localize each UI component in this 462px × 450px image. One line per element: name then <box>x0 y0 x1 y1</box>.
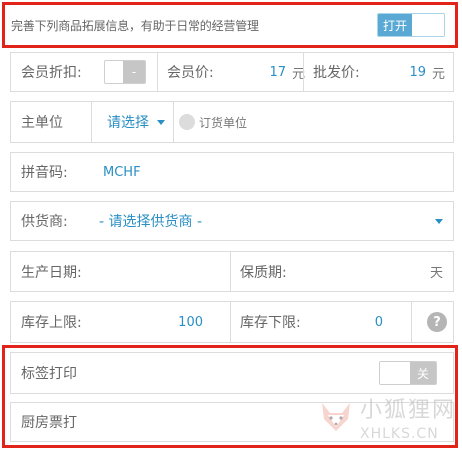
stock-upper-label: 库存上限: <box>21 315 82 331</box>
stock-upper-input[interactable]: 100 <box>103 302 223 342</box>
supplier-label: 供货商: <box>21 214 68 230</box>
stock-upper-value: 100 <box>178 314 203 330</box>
radio-icon <box>179 114 195 130</box>
shelf-life-input[interactable] <box>301 252 423 291</box>
member-discount-toggle-knob: - <box>123 61 145 83</box>
label-print-toggle-knob: 关 <box>410 362 436 384</box>
pinyin-value: MCHF <box>103 164 141 180</box>
pinyin-input[interactable]: MCHF <box>103 153 443 191</box>
kitchen-ticket-label: 厨房票打 <box>21 415 77 431</box>
watermark-cn: 小狐狸网 <box>359 398 456 423</box>
member-pricing-row: 会员折扣: - 会员价: 17 元 批发价: 19 元 <box>10 52 454 92</box>
help-icon[interactable]: ? <box>427 312 447 332</box>
stock-lower-input[interactable]: 0 <box>321 302 411 342</box>
order-unit-radio[interactable]: 订货单位 <box>179 102 247 142</box>
pinyin-label: 拼音码: <box>21 165 68 181</box>
production-date-input[interactable] <box>101 252 226 291</box>
extension-toggle[interactable]: 打开 <box>377 13 445 37</box>
pinyin-row: 拼音码: MCHF <box>10 152 454 192</box>
chevron-down-icon <box>157 119 165 125</box>
watermark-en: XHLKS.CN <box>359 426 439 442</box>
member-price-input[interactable]: 17 元 <box>269 53 305 91</box>
main-unit-select[interactable]: 请选择 <box>107 102 165 142</box>
wholesale-price-unit: 元 <box>431 66 445 82</box>
chevron-down-icon <box>435 218 443 224</box>
member-price-value: 17 <box>269 64 286 80</box>
supplier-select[interactable]: - 请选择供货商 - <box>99 202 443 240</box>
extension-info-banner: 完善下列商品拓展信息，有助于日常的经营管理 打开 <box>2 2 458 48</box>
label-print-row: 标签打印 关 <box>10 352 454 394</box>
main-unit-row: 主单位 请选择 订货单位 <box>10 101 454 143</box>
main-unit-label: 主单位 <box>21 115 63 131</box>
supplier-select-text: - 请选择供货商 - <box>99 214 203 230</box>
order-unit-label: 订货单位 <box>199 115 248 130</box>
extension-toggle-label: 打开 <box>378 14 412 36</box>
main-unit-select-text: 请选择 <box>107 115 149 131</box>
shelf-life-label: 保质期: <box>240 264 287 281</box>
wholesale-price-value: 19 <box>409 64 426 80</box>
banner-text: 完善下列商品拓展信息，有助于日常的经营管理 <box>11 18 259 33</box>
stock-limits-row: 库存上限: 100 库存下限: 0 ? <box>10 301 454 343</box>
label-print-label: 标签打印 <box>21 366 77 382</box>
watermark: 小狐狸网 XHLKS.CN <box>316 392 456 442</box>
member-discount-toggle[interactable]: - <box>104 60 146 84</box>
fox-logo-icon <box>321 403 350 431</box>
wholesale-price-input[interactable]: 19 元 <box>409 53 445 91</box>
label-print-toggle[interactable]: 关 <box>379 361 437 385</box>
wholesale-price-label: 批发价: <box>313 65 360 81</box>
member-price-label: 会员价: <box>167 65 214 81</box>
dates-row: 生产日期: 保质期: 天 <box>10 251 454 292</box>
supplier-row: 供货商: - 请选择供货商 - <box>10 201 454 241</box>
stock-lower-value: 0 <box>374 314 383 330</box>
shelf-life-unit: 天 <box>429 266 443 281</box>
production-date-label: 生产日期: <box>21 264 82 281</box>
member-discount-label: 会员折扣: <box>21 65 82 81</box>
stock-lower-label: 库存下限: <box>240 315 301 331</box>
